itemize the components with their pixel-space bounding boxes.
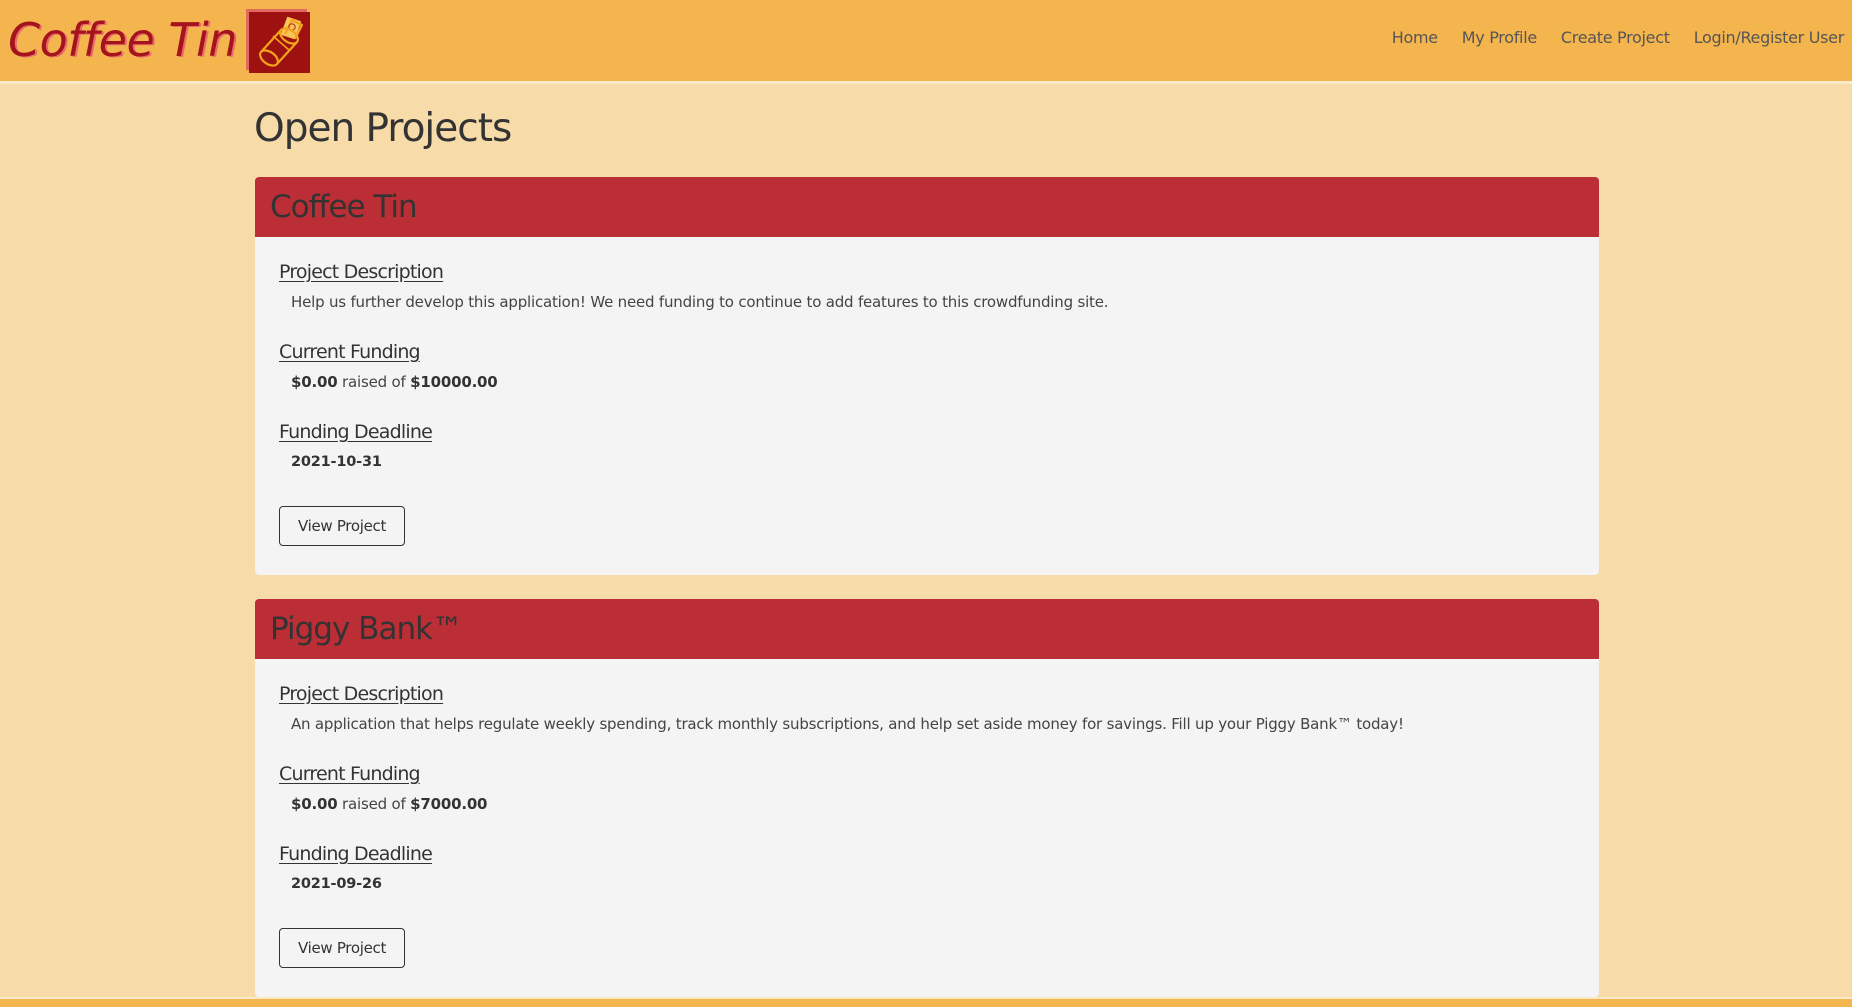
navbar: Coffee Tin Home My Profile Create Projec… xyxy=(0,0,1852,84)
funding-deadline: 2021-09-26 xyxy=(291,876,382,892)
description-label: Project Description xyxy=(279,683,444,705)
main-nav: Home My Profile Create Project Login/Reg… xyxy=(1368,28,1845,47)
funding-label: Current Funding xyxy=(279,763,421,785)
nav-login-register[interactable]: Login/Register User xyxy=(1694,28,1845,47)
brand-home-link[interactable]: Coffee Tin xyxy=(8,8,310,73)
nav-my-profile[interactable]: My Profile xyxy=(1462,28,1537,47)
funding-deadline: 2021-10-31 xyxy=(291,454,382,470)
nav-home[interactable]: Home xyxy=(1392,28,1438,47)
raised-of-text: raised of xyxy=(342,795,406,813)
funding-status: $0.00 raised of $10000.00 xyxy=(279,372,1575,392)
project-description: Help us further develop this application… xyxy=(291,293,1109,311)
funding-label: Current Funding xyxy=(279,341,421,363)
funding-goal-amount: $10000.00 xyxy=(410,373,498,391)
brand-text: Coffee Tin xyxy=(8,13,237,67)
project-card-body: Project Description An application that … xyxy=(255,659,1599,968)
description-label: Project Description xyxy=(279,261,444,283)
view-project-button[interactable]: View Project xyxy=(279,928,405,968)
project-title: Coffee Tin xyxy=(270,189,418,225)
funding-goal-amount: $7000.00 xyxy=(410,795,488,813)
project-card-header: Piggy Bank™ xyxy=(255,599,1599,659)
view-project-button[interactable]: View Project xyxy=(279,506,405,546)
footer-bar xyxy=(0,997,1852,1007)
project-card: Piggy Bank™ Project Description An appli… xyxy=(255,599,1599,997)
current-funding-amount: $0.00 xyxy=(291,373,338,391)
deadline-label: Funding Deadline xyxy=(279,843,433,865)
project-card-header: Coffee Tin xyxy=(255,177,1599,237)
coffee-tin-money-icon xyxy=(248,11,310,73)
deadline-label: Funding Deadline xyxy=(279,421,433,443)
project-title: Piggy Bank™ xyxy=(270,611,463,647)
funding-status: $0.00 raised of $7000.00 xyxy=(279,794,1575,814)
page-title: Open Projects xyxy=(254,106,512,151)
raised-of-text: raised of xyxy=(342,373,406,391)
project-card-body: Project Description Help us further deve… xyxy=(255,237,1599,546)
current-funding-amount: $0.00 xyxy=(291,795,338,813)
project-card: Coffee Tin Project Description Help us f… xyxy=(255,177,1599,575)
nav-create-project[interactable]: Create Project xyxy=(1561,28,1670,47)
project-description: An application that helps regulate weekl… xyxy=(291,715,1404,733)
